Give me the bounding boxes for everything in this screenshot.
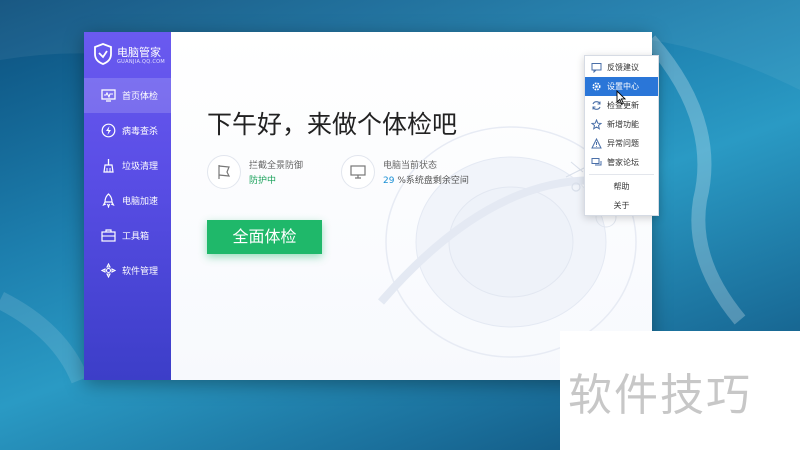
watermark-text: 软件技巧 (568, 370, 752, 421)
monitor-pulse-icon (101, 89, 116, 102)
apps-icon (101, 263, 116, 278)
refresh-icon (592, 101, 601, 110)
sidebar-item-junk-clean[interactable]: 垃圾清理 (84, 148, 171, 183)
sidebar-item-label: 病毒查杀 (122, 127, 159, 137)
menu-item-about[interactable]: 关于 (585, 196, 658, 215)
warning-icon (591, 138, 602, 149)
forum-icon (591, 158, 602, 166)
sidebar-item-toolbox[interactable]: 工具箱 (84, 218, 171, 253)
watermark-panel: 软件技巧 (560, 331, 800, 450)
menu-item-help[interactable]: 帮助 (585, 177, 658, 196)
full-checkup-button[interactable]: 全面体检 (207, 220, 322, 254)
monitor-icon (350, 165, 366, 179)
menu-item-forum[interactable]: 管家论坛 (585, 153, 658, 172)
settings-dropdown-menu: 反馈建议 设置中心 检查更新 新增功能 异常问题 管家论坛 帮助 关于 (584, 55, 659, 216)
protection-status[interactable]: 拦截全景防御 防护中 (207, 155, 357, 191)
gear-icon (592, 82, 601, 91)
sidebar-item-label: 电脑加速 (122, 197, 159, 207)
sidebar-item-label: 首页体检 (122, 92, 159, 102)
star-icon (591, 119, 602, 130)
greeting-title: 下午好，来做个体检吧 (207, 110, 458, 139)
menu-separator (589, 174, 654, 175)
pc-status-title: 电脑当前状态 (383, 161, 438, 171)
menu-item-feedback[interactable]: 反馈建议 (585, 58, 658, 77)
sidebar-item-virus-scan[interactable]: 病毒查杀 (84, 113, 171, 148)
rocket-icon (102, 193, 115, 208)
protection-status-value: 防护中 (249, 176, 277, 186)
feedback-icon (591, 63, 602, 73)
sidebar-item-label: 垃圾清理 (122, 162, 159, 172)
brand-name: 电脑管家 (117, 46, 161, 59)
sidebar-item-home-checkup[interactable]: 首页体检 (84, 78, 171, 113)
mouse-cursor-icon (616, 90, 626, 105)
protection-status-title: 拦截全景防御 (249, 161, 304, 171)
brand-url: GUANJIA.QQ.COM (117, 59, 165, 65)
pc-manager-window: 电脑管家 GUANJIA.QQ.COM 首页体检 病毒查杀 垃圾清理 电脑加速 … (84, 32, 652, 380)
menu-item-issues[interactable]: 异常问题 (585, 134, 658, 153)
sidebar: 电脑管家 GUANJIA.QQ.COM 首页体检 病毒查杀 垃圾清理 电脑加速 … (84, 32, 171, 380)
lightning-shield-icon (101, 123, 116, 138)
sidebar-item-label: 软件管理 (122, 267, 159, 277)
menu-item-new-features[interactable]: 新增功能 (585, 115, 658, 134)
toolbox-icon (101, 229, 116, 242)
pc-status[interactable]: 电脑当前状态 29 %系统盘剩余空间 (341, 155, 491, 191)
sidebar-item-software-management[interactable]: 软件管理 (84, 253, 171, 288)
shield-logo-icon (94, 43, 112, 65)
broom-icon (103, 159, 114, 173)
sidebar-item-label: 工具箱 (122, 232, 150, 242)
disk-space-value: 29 %系统盘剩余空间 (383, 176, 469, 186)
flag-icon (218, 165, 231, 179)
brand-logo: 电脑管家 GUANJIA.QQ.COM (93, 41, 171, 71)
sidebar-item-speed-up[interactable]: 电脑加速 (84, 183, 171, 218)
main-panel: 下午好，来做个体检吧 拦截全景防御 防护中 电脑当前状态 29 %系统盘剩余空间 (171, 32, 652, 380)
